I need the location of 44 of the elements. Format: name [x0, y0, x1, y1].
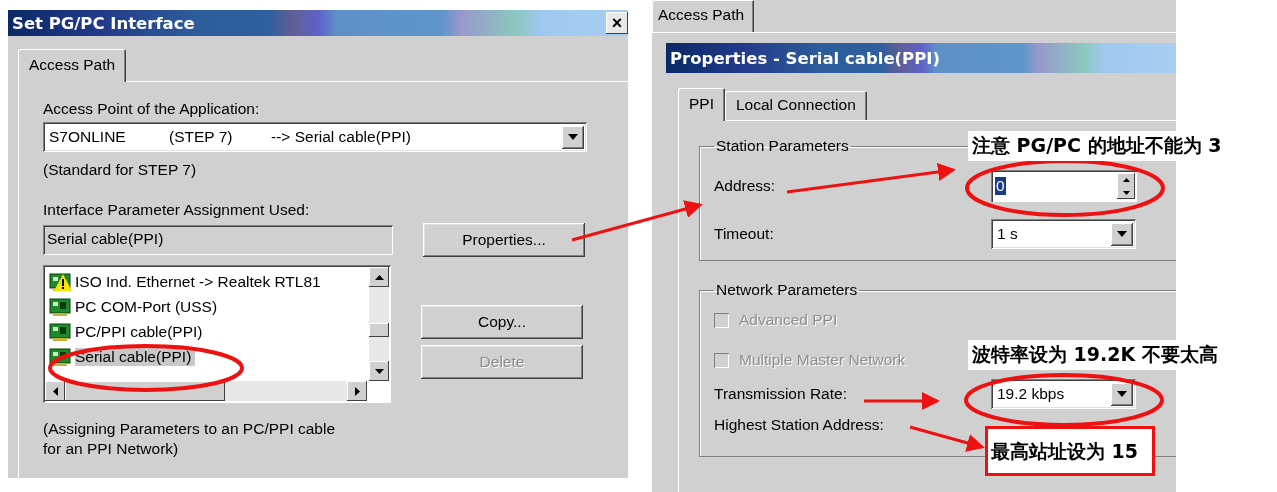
checkbox-label: Advanced PPI: [739, 311, 838, 329]
list-item[interactable]: ISO Ind. Ethernet -> Realtek RTL81: [75, 272, 321, 291]
scroll-up-icon[interactable]: [374, 274, 384, 280]
group-title: Network Parameters: [715, 281, 859, 299]
number-input[interactable]: 0: [991, 170, 1137, 202]
field-label: Transmission Rate:: [714, 385, 847, 403]
horizontal-scrollbar[interactable]: [45, 381, 367, 401]
field-label: Highest Station Address:: [714, 416, 884, 434]
scroll-left-icon[interactable]: [52, 386, 58, 396]
vertical-scrollbar[interactable]: [369, 267, 389, 381]
dropdown[interactable]: S7ONLINE (STEP 7) --> Serial cable(PPI): [43, 122, 587, 152]
spinner-arrows-icon[interactable]: [1117, 173, 1135, 199]
close-button[interactable]: ×: [606, 12, 628, 34]
group-title: Station Parameters: [715, 137, 850, 155]
tab[interactable]: Access Path: [652, 0, 755, 32]
tab[interactable]: Local Connection: [725, 91, 867, 120]
read-only-field: Serial cable(PPI): [43, 225, 393, 255]
dropdown-value: S7ONLINE: [49, 128, 127, 146]
field-label: Interface Parameter Assignment Used:: [43, 201, 311, 219]
dropdown-value: (STEP 7): [169, 128, 234, 146]
scroll-thumb[interactable]: [369, 323, 389, 337]
dropdown-value: 1 s: [997, 225, 1018, 243]
dropdown-value: --> Serial cable(PPI): [271, 128, 411, 146]
annotation-text: 最高站址设为 15: [985, 426, 1156, 476]
hint-text: (Standard for STEP 7): [43, 161, 198, 179]
field-label: Timeout:: [714, 225, 774, 243]
dialog-button[interactable]: Copy...: [421, 305, 583, 339]
window-title: Properties - Serial cable(PPI): [670, 48, 940, 68]
checkbox-label: Multiple Master Network: [739, 351, 906, 369]
field-label: Access Point of the Application:: [43, 100, 261, 118]
input-value: 0: [995, 177, 1006, 195]
dropdown-value: 19.2 kbps: [997, 385, 1065, 403]
window-title: Set PG/PC Interface: [12, 13, 195, 33]
properties-button[interactable]: Properties...: [423, 223, 585, 257]
scroll-right-icon[interactable]: [354, 386, 360, 396]
hint-text: (Assigning Parameters to an PC/PPI cable for an PPI Network): [43, 419, 337, 459]
tab[interactable]: PPI: [678, 88, 725, 121]
scroll-down-icon[interactable]: [374, 368, 384, 374]
list-item[interactable]: PC/PPI cable(PPI): [75, 322, 203, 341]
field-label: Address:: [714, 177, 776, 195]
list-item[interactable]: PC COM-Port (USS): [75, 297, 218, 316]
dropdown[interactable]: 19.2 kbps: [991, 379, 1136, 409]
dropdown[interactable]: 1 s: [991, 219, 1136, 249]
tab[interactable]: Access Path: [18, 49, 127, 82]
